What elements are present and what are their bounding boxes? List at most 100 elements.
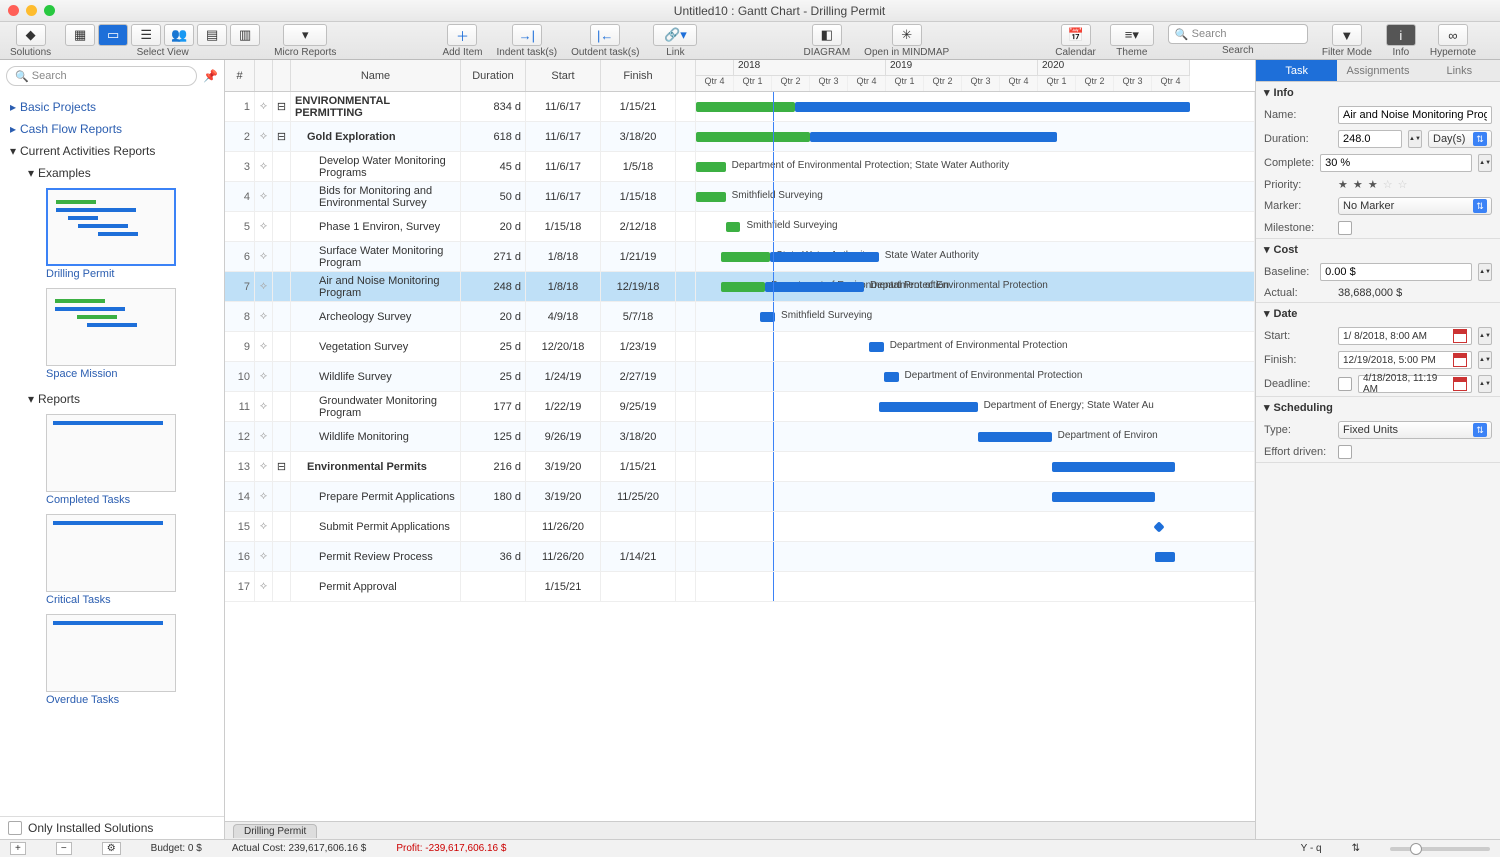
task-duration[interactable]: 45 d — [461, 152, 526, 181]
thumb-drilling-permit[interactable]: Drilling Permit — [46, 188, 214, 280]
link-icon[interactable]: ⟡ — [255, 242, 273, 271]
gantt-bar[interactable]: Department of Environmental Protection; … — [696, 162, 726, 172]
task-name[interactable]: Groundwater Monitoring Program — [291, 392, 461, 421]
timeline-cell[interactable]: State Water AuthorityState Water Authori… — [696, 242, 1255, 271]
link-icon[interactable]: ⟡ — [255, 422, 273, 451]
task-row[interactable]: 2 ⟡ ⊟ Gold Exploration 618 d 11/6/17 3/1… — [225, 122, 1255, 152]
task-finish[interactable]: 12/19/18 — [601, 272, 676, 301]
task-duration[interactable]: 25 d — [461, 332, 526, 361]
task-start[interactable]: 11/6/17 — [526, 122, 601, 151]
link-icon[interactable]: ⟡ — [255, 92, 273, 121]
task-row[interactable]: 12 ⟡ Wildlife Monitoring 125 d 9/26/19 3… — [225, 422, 1255, 452]
thumb-completed[interactable]: Completed Tasks — [46, 414, 214, 506]
task-start[interactable]: 1/15/21 — [526, 572, 601, 601]
gantt-bar[interactable] — [696, 102, 795, 112]
expand-icon[interactable] — [273, 212, 291, 241]
finish-stepper[interactable]: ▲▼ — [1478, 351, 1492, 369]
expand-icon[interactable]: ⊟ — [273, 122, 291, 151]
minimize-window-icon[interactable] — [26, 5, 37, 16]
complete-stepper[interactable]: ▲▼ — [1478, 154, 1492, 172]
gantt-bar[interactable]: Department of Environ — [978, 432, 1052, 442]
baseline-stepper[interactable]: ▲▼ — [1478, 263, 1492, 281]
gantt-bar[interactable]: Department of Environmental Protection — [765, 282, 864, 292]
expand-icon[interactable] — [273, 332, 291, 361]
solutions-button[interactable]: ◆ — [16, 24, 46, 46]
gantt-bar[interactable] — [795, 102, 1190, 112]
task-duration[interactable]: 216 d — [461, 452, 526, 481]
timeline-cell[interactable]: Department of Environmental ProtectionDe… — [696, 272, 1255, 301]
name-field[interactable] — [1338, 106, 1492, 124]
view-btn-4[interactable]: 👥 — [164, 24, 194, 46]
timeline-cell[interactable] — [696, 512, 1255, 541]
task-name[interactable]: Permit Approval — [291, 572, 461, 601]
task-finish[interactable]: 2/27/19 — [601, 362, 676, 391]
link-icon[interactable]: ⟡ — [255, 182, 273, 211]
gantt-bar[interactable]: Smithfield Surveying — [696, 192, 726, 202]
task-start[interactable]: 4/9/18 — [526, 302, 601, 331]
task-finish[interactable]: 1/15/21 — [601, 452, 676, 481]
task-start[interactable]: 1/24/19 — [526, 362, 601, 391]
task-duration[interactable] — [461, 572, 526, 601]
gantt-bar[interactable]: Smithfield Surveying — [726, 222, 741, 232]
task-duration[interactable]: 177 d — [461, 392, 526, 421]
task-finish[interactable]: 1/14/21 — [601, 542, 676, 571]
task-duration[interactable]: 25 d — [461, 362, 526, 391]
link-icon[interactable]: ⟡ — [255, 212, 273, 241]
col-name[interactable]: Name — [291, 60, 461, 91]
task-duration[interactable]: 50 d — [461, 182, 526, 211]
gantt-bar[interactable] — [1052, 462, 1176, 472]
link-icon[interactable]: ⟡ — [255, 302, 273, 331]
task-row[interactable]: 10 ⟡ Wildlife Survey 25 d 1/24/19 2/27/1… — [225, 362, 1255, 392]
task-start[interactable]: 9/26/19 — [526, 422, 601, 451]
thumb-overdue[interactable]: Overdue Tasks — [46, 614, 214, 706]
task-finish[interactable]: 1/21/19 — [601, 242, 676, 271]
task-start[interactable]: 1/8/18 — [526, 242, 601, 271]
timeline-cell[interactable]: Department of Energy; State Water Au — [696, 392, 1255, 421]
sidebar-item-basic-projects[interactable]: ▸Basic Projects — [10, 96, 214, 118]
task-row[interactable]: 7 ⟡ Air and Noise Monitoring Program 248… — [225, 272, 1255, 302]
task-row[interactable]: 15 ⟡ Submit Permit Applications 11/26/20 — [225, 512, 1255, 542]
zoom-stepper[interactable]: ⇅ — [1352, 843, 1360, 854]
thumb-space-mission[interactable]: Space Mission — [46, 288, 214, 380]
task-row[interactable]: 13 ⟡ ⊟ Environmental Permits 216 d 3/19/… — [225, 452, 1255, 482]
task-start[interactable]: 11/26/20 — [526, 512, 601, 541]
link-icon[interactable]: ⟡ — [255, 452, 273, 481]
task-start[interactable]: 11/26/20 — [526, 542, 601, 571]
gantt-bar[interactable] — [696, 132, 810, 142]
theme-button[interactable]: ≡▾ — [1110, 24, 1154, 46]
task-duration[interactable] — [461, 512, 526, 541]
task-name[interactable]: Surface Water Monitoring Program — [291, 242, 461, 271]
col-duration[interactable]: Duration — [461, 60, 526, 91]
view-btn-3[interactable]: ☰ — [131, 24, 161, 46]
task-duration[interactable]: 20 d — [461, 212, 526, 241]
view-btn-1[interactable]: ▦ — [65, 24, 95, 46]
section-info[interactable]: ▾Info — [1256, 82, 1500, 103]
task-start[interactable]: 11/6/17 — [526, 182, 601, 211]
gantt-bar[interactable]: Department of Environmental Protection — [884, 372, 899, 382]
duration-stepper[interactable]: ▲▼ — [1408, 130, 1422, 148]
task-start[interactable]: 1/8/18 — [526, 272, 601, 301]
expand-icon[interactable] — [273, 482, 291, 511]
diagram-button[interactable]: ◧ — [812, 24, 842, 46]
link-icon[interactable]: ⟡ — [255, 362, 273, 391]
timeline-cell[interactable]: Department of Environmental Protection — [696, 332, 1255, 361]
task-duration[interactable]: 36 d — [461, 542, 526, 571]
task-row[interactable]: 4 ⟡ Bids for Monitoring and Environmenta… — [225, 182, 1255, 212]
start-date-field[interactable]: 1/ 8/2018, 8:00 AM — [1338, 327, 1472, 345]
start-stepper[interactable]: ▲▼ — [1478, 327, 1492, 345]
gantt-bar[interactable] — [1155, 552, 1175, 562]
sidebar-examples[interactable]: ▾Examples — [28, 162, 214, 184]
expand-icon[interactable] — [273, 362, 291, 391]
calendar-button[interactable]: 📅 — [1061, 24, 1091, 46]
task-duration[interactable]: 248 d — [461, 272, 526, 301]
timeline-cell[interactable] — [696, 572, 1255, 601]
complete-field[interactable] — [1320, 154, 1472, 172]
info-button[interactable]: i — [1386, 24, 1416, 46]
task-finish[interactable]: 9/25/19 — [601, 392, 676, 421]
maximize-window-icon[interactable] — [44, 5, 55, 16]
link-icon[interactable]: ⟡ — [255, 152, 273, 181]
link-icon[interactable]: ⟡ — [255, 272, 273, 301]
expand-icon[interactable] — [273, 152, 291, 181]
duration-field[interactable] — [1338, 130, 1402, 148]
task-name[interactable]: ENVIRONMENTAL PERMITTING — [291, 92, 461, 121]
